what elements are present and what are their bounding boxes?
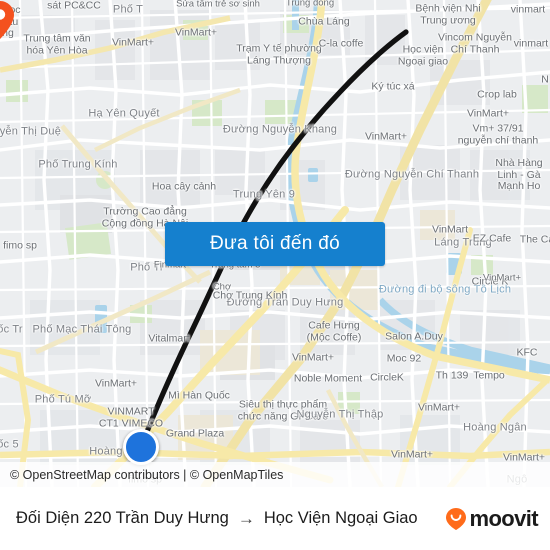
moovit-logo[interactable]: moovit (445, 505, 539, 532)
trip-destination-label: Học Viện Ngoại Giao (263, 509, 418, 527)
trip-footer: Đối Diện 220 Trần Duy Hưng → Học Viện Ng… (0, 487, 550, 550)
moovit-pin-icon (446, 507, 467, 530)
moovit-wordmark: moovit (469, 505, 538, 531)
arrow-right-icon: → (237, 509, 255, 528)
map-attribution: © OpenStreetMap contributors | © OpenMap… (0, 462, 550, 487)
take-me-there-button[interactable]: Đưa tôi đến đó (165, 222, 385, 266)
trip-summary: Đối Diện 220 Trần Duy Hưng → Học Viện Ng… (16, 509, 418, 528)
map-canvas[interactable]: c học máu ngsát PC&CCPhố TSửa tầm trẻ sơ… (0, 0, 550, 487)
destination-pin[interactable] (0, 0, 15, 40)
attribution-text[interactable]: © OpenStreetMap contributors | © OpenMap… (10, 468, 283, 482)
map-screenshot: c học máu ngsát PC&CCPhố TSửa tầm trẻ sơ… (0, 0, 550, 550)
origin-marker[interactable] (123, 429, 159, 465)
trip-origin-label: Đối Diện 220 Trần Duy Hưng (16, 509, 229, 527)
